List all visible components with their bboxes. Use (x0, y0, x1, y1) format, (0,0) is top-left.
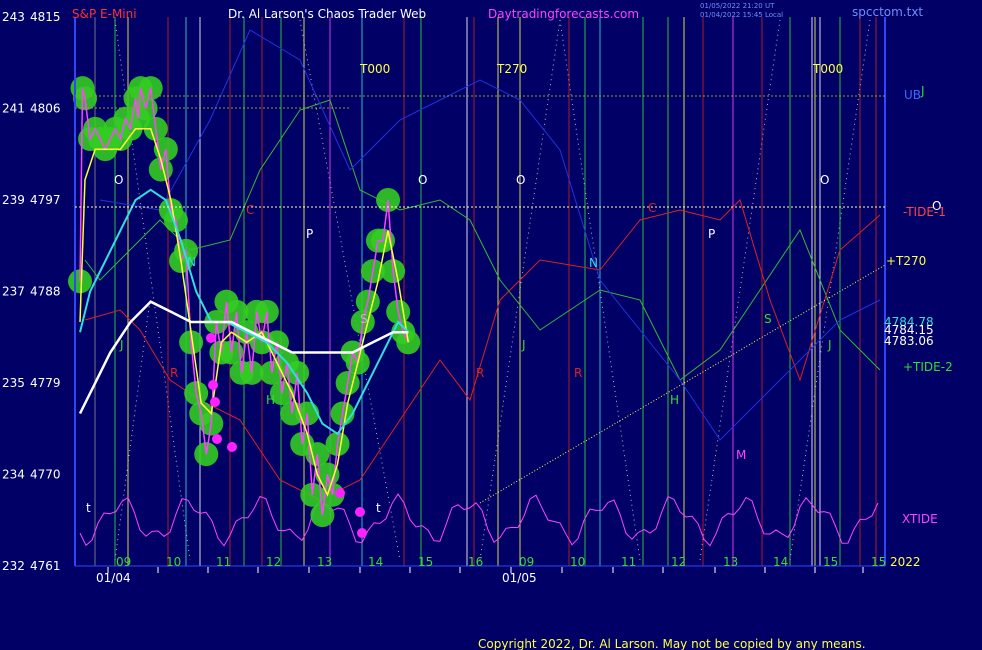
ub-label: UB (904, 88, 921, 102)
magenta-dot (355, 507, 365, 517)
chart-title: Dr. Al Larson's Chaos Trader Web (228, 7, 426, 21)
y-tick-left: 232 (2, 559, 25, 573)
t270-label: +T270 (886, 254, 926, 268)
file-label: spcctom.txt (852, 5, 923, 19)
y-tick-left: 243 (2, 10, 25, 24)
x-tick-label: 09 (519, 555, 534, 569)
magenta-dot (208, 380, 218, 390)
xtide-label: XTIDE (902, 512, 938, 526)
cycle-letter-label: S (764, 312, 772, 326)
cycle-letter-label: t (86, 501, 91, 515)
cycle-top-label: T000 (812, 62, 843, 76)
symbol-label: S&P E-Mini (72, 7, 137, 21)
cycle-letter-label: S (360, 312, 368, 326)
cycle-letter-label: C (246, 203, 254, 217)
tide2-label: +TIDE-2 (903, 360, 953, 374)
y-tick-left: 241 (2, 102, 25, 116)
magenta-dot (206, 333, 216, 343)
green-band-marker (396, 330, 421, 355)
cycle-letter-label: J (119, 338, 124, 352)
cycle-letter-label: R (476, 366, 484, 380)
x-tick-label: 15 (823, 555, 838, 569)
date-label-2: 01/05 (502, 571, 537, 585)
price-readout-3: 4783.06 (884, 334, 934, 348)
y-tick-left: 237 (2, 285, 25, 299)
cycle-letter-label: M (736, 448, 746, 462)
year-label: 2022 (890, 555, 921, 569)
x-tick-label: 10 (570, 555, 585, 569)
y-tick-right: 4761 (30, 559, 61, 573)
cycle-letter-label: O (820, 173, 829, 187)
x-tick-label: 11 (621, 555, 636, 569)
x-tick-label: 12 (266, 555, 281, 569)
magenta-dot (335, 488, 345, 498)
x-tick-label: 10 (166, 555, 181, 569)
cycle-top-label: T270 (496, 62, 527, 76)
y-tick-right: 4797 (30, 193, 61, 207)
y-tick-right: 4788 (30, 285, 61, 299)
cycle-letter-label: O (516, 173, 525, 187)
cycle-letter-label: H (670, 393, 679, 407)
y-tick-left: 239 (2, 193, 25, 207)
cycle-letter-label: O (114, 173, 123, 187)
x-tick-label: 13 (723, 555, 738, 569)
x-tick-label: 16 (468, 555, 483, 569)
y-tick-right: 4806 (30, 102, 61, 116)
x-tick-label: 13 (317, 555, 332, 569)
cycle-top-label: T000 (359, 62, 390, 76)
cycle-letter-label: J (521, 338, 526, 352)
cycle-letter-label: N (187, 255, 196, 269)
cycle-letter-label: N (589, 256, 598, 270)
x-tick-label: 15 (871, 555, 886, 569)
cycle-letter-label: H (266, 393, 275, 407)
y-tick-right: 4779 (30, 376, 61, 390)
cycle-letter-label: t (376, 501, 381, 515)
cycle-letter-label: J (827, 338, 832, 352)
y-tick-left: 234 (2, 468, 25, 482)
x-tick-label: 09 (116, 555, 131, 569)
cycle-letter-label: R (574, 366, 582, 380)
magenta-dot (212, 434, 222, 444)
x-tick-label: 14 (368, 555, 383, 569)
time-label-2: 01/04/2022 15:45 Local (700, 11, 783, 19)
cycle-letter-label: P (708, 227, 715, 241)
magenta-dot (357, 528, 367, 538)
time-label-1: 01/05/2022 21:20 UT (700, 2, 775, 10)
cycle-letter-label: O (418, 173, 427, 187)
date-label-1: 01/04 (96, 571, 131, 585)
x-tick-label: 15 (418, 555, 433, 569)
x-tick-label: 14 (773, 555, 788, 569)
y-tick-right: 4770 (30, 468, 61, 482)
copyright: Copyright 2022, Dr. Al Larson. May not b… (478, 637, 866, 650)
cycle-letter-label: C (648, 201, 656, 215)
site-label: Daytradingforecasts.com (488, 7, 639, 21)
x-tick-label: 12 (671, 555, 686, 569)
magenta-dot (210, 397, 220, 407)
y-tick-right: 4815 (30, 10, 61, 24)
y-tick-left: 235 (2, 376, 25, 390)
cycle-letter-label: P (306, 227, 313, 241)
x-tick-label: 11 (216, 555, 231, 569)
tide1-label: -TIDE-1 (903, 205, 946, 219)
magenta-dot (227, 442, 237, 452)
chart-canvas: T000 T270 T000O O O ON NP PS SJ J JR RRH HMC Ct tJO S&… (0, 0, 982, 650)
cycle-letter-label: R (170, 366, 178, 380)
